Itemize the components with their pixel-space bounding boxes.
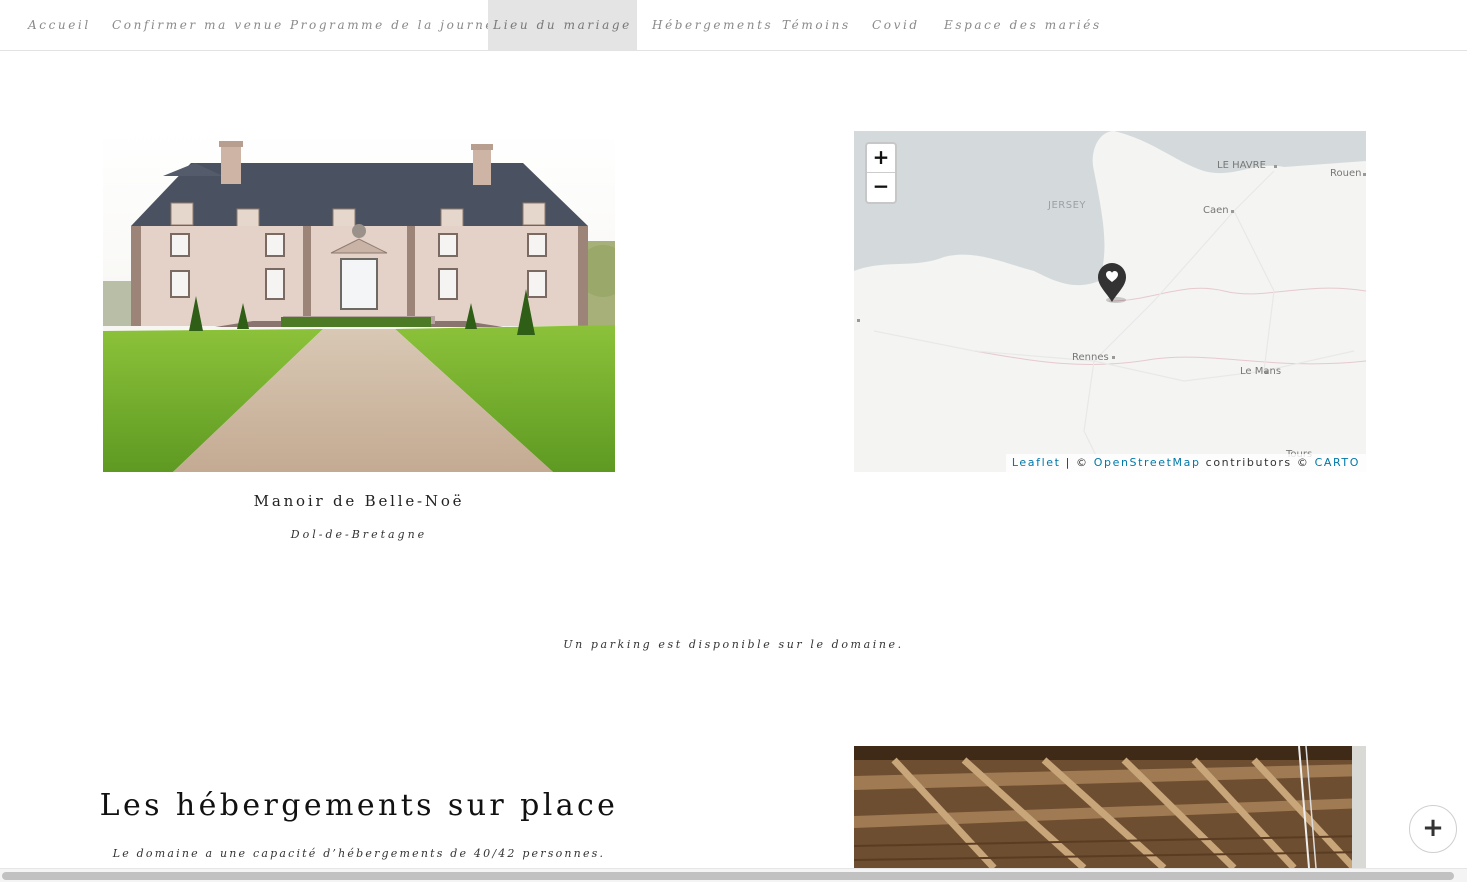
plus-icon[interactable]: + — [1409, 805, 1457, 853]
map-attribution: Leaflet | © OpenStreetMap contributors ©… — [1005, 454, 1366, 472]
nav-item-accueil[interactable]: Accueil — [14, 0, 105, 50]
manor-photo — [103, 131, 615, 472]
attic-beams-photo — [854, 746, 1366, 868]
nav-item-espace-des-maries[interactable]: Espace des mariés — [930, 0, 1116, 50]
venue-name: Manoir de Belle-Noë — [253, 492, 465, 510]
attribution-contributors: contributors © — [1200, 456, 1315, 469]
parking-note: Un parking est disponible sur le domaine… — [563, 638, 904, 651]
top-navigation: Accueil Confirmer ma venue Programme de … — [0, 0, 1467, 51]
accommodation-capacity: Le domaine a une capacité d’hébergements… — [112, 847, 606, 860]
map-zoom-control: + − — [865, 142, 897, 204]
heart-map-marker-icon[interactable] — [1096, 262, 1128, 304]
map-label-rennes: Rennes — [1072, 352, 1109, 363]
nav-item-hebergements[interactable]: Hébergements — [638, 0, 787, 50]
attribution-separator: | © — [1060, 456, 1094, 469]
nav-item-confirmer-ma-venue[interactable]: Confirmer ma venue — [98, 0, 298, 50]
accommodation-title: Les hébergements sur place — [99, 788, 619, 823]
venue-town: Dol-de-Bretagne — [290, 528, 428, 541]
leaflet-link[interactable]: Leaflet — [1012, 456, 1061, 469]
map-label-jersey: JERSEY — [1048, 200, 1086, 211]
openstreetmap-link[interactable]: OpenStreetMap — [1094, 456, 1201, 469]
zoom-out-button[interactable]: − — [867, 173, 895, 202]
carto-link[interactable]: CARTO — [1315, 456, 1360, 469]
map-label-le-havre: LE HAVRE — [1217, 160, 1266, 171]
map-label-le-mans: Le Mans — [1240, 366, 1282, 377]
zoom-in-button[interactable]: + — [867, 144, 895, 173]
nav-item-temoins[interactable]: Témoins — [768, 0, 865, 50]
scrollbar-thumb[interactable] — [2, 872, 1454, 880]
attic-beams-illustration — [854, 746, 1366, 868]
nav-item-programme[interactable]: Programme de la journée — [276, 0, 519, 50]
venue-map[interactable]: LE HAVRE Rouen Caen JERSEY Rennes Le Man… — [854, 131, 1366, 472]
nav-item-lieu-du-mariage[interactable]: Lieu du mariage — [488, 0, 637, 50]
manor-illustration — [103, 131, 615, 472]
map-label-rouen: Rouen — [1330, 168, 1362, 179]
horizontal-scrollbar — [0, 868, 1467, 882]
nav-item-covid[interactable]: Covid — [858, 0, 934, 50]
map-label-caen: Caen — [1203, 205, 1229, 216]
